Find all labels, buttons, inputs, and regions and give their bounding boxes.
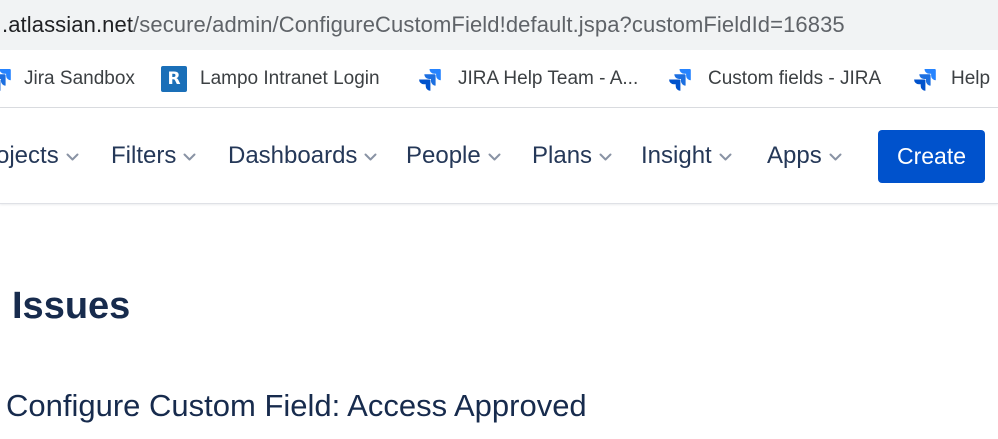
nav-filters[interactable]: Filters xyxy=(111,108,196,204)
nav-label: Plans xyxy=(532,142,593,169)
chevron-down-icon xyxy=(364,153,377,160)
nav-label: Insight xyxy=(641,142,712,169)
top-navigation: ojects Filters Dashboards People Plans I… xyxy=(0,108,998,204)
page-subtitle: Configure Custom Field: Access Approved xyxy=(6,388,587,423)
nav-projects[interactable]: ojects xyxy=(0,108,79,204)
bookmark-label: Jira Sandbox xyxy=(24,68,135,89)
create-button[interactable]: Create xyxy=(878,130,985,183)
address-bar[interactable]: .atlassian.net/secure/admin/ConfigureCus… xyxy=(0,0,998,50)
r-logo-icon: R xyxy=(160,65,188,93)
chevron-down-icon xyxy=(599,153,612,160)
chevron-down-icon xyxy=(488,153,501,160)
nav-people[interactable]: People xyxy=(406,108,501,204)
bookmark-help[interactable]: Help xyxy=(911,50,991,107)
url-host: .atlassian.net xyxy=(2,12,134,37)
jira-icon xyxy=(416,65,444,93)
bookmark-label: Lampo Intranet Login xyxy=(200,68,380,89)
chevron-down-icon xyxy=(183,153,196,160)
nav-label: ojects xyxy=(0,142,59,169)
bookmark-jira-help-team[interactable]: JIRA Help Team - A... xyxy=(416,50,639,107)
nav-plans[interactable]: Plans xyxy=(532,108,612,204)
bookmark-label: Custom fields - JIRA xyxy=(708,68,882,89)
bookmark-custom-fields[interactable]: Custom fields - JIRA xyxy=(666,50,882,107)
bookmark-lampo-intranet[interactable]: R Lampo Intranet Login xyxy=(160,50,380,107)
jira-icon xyxy=(0,65,14,93)
nav-label: Apps xyxy=(767,142,822,169)
jira-icon xyxy=(911,65,939,93)
jira-icon xyxy=(666,65,694,93)
nav-label: Filters xyxy=(111,142,177,169)
nav-apps[interactable]: Apps xyxy=(767,108,842,204)
nav-label: Dashboards xyxy=(228,142,358,169)
chevron-down-icon xyxy=(829,153,842,160)
nav-label: People xyxy=(406,142,481,169)
nav-insight[interactable]: Insight xyxy=(641,108,732,204)
page-title: Issues xyxy=(12,285,131,327)
url-path: /secure/admin/ConfigureCustomField!defau… xyxy=(133,12,845,37)
chevron-down-icon xyxy=(719,153,732,160)
chevron-down-icon xyxy=(66,153,79,160)
bookmarks-bar: Jira Sandbox R Lampo Intranet Login JIRA… xyxy=(0,50,998,108)
bookmark-jira-sandbox[interactable]: Jira Sandbox xyxy=(0,50,135,107)
bookmark-label: JIRA Help Team - A... xyxy=(458,68,639,89)
nav-dashboards[interactable]: Dashboards xyxy=(228,108,377,204)
bookmark-label: Help xyxy=(951,68,991,89)
